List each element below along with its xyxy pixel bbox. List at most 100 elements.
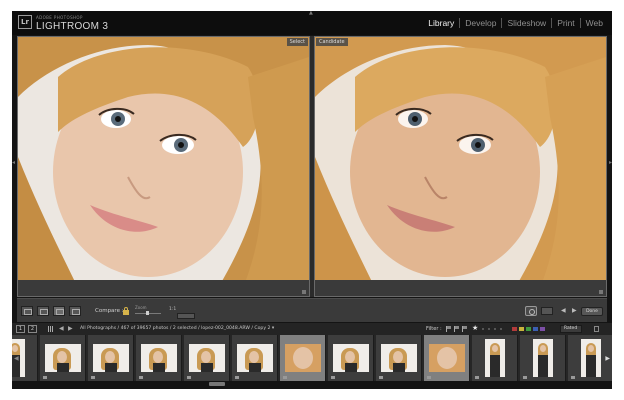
star-icon[interactable]: ★	[472, 325, 478, 332]
thumbnail-image	[581, 339, 601, 377]
filter-preset-select[interactable]: Rated	[560, 325, 582, 333]
main-window-button[interactable]: 1	[16, 325, 25, 333]
filmstrip-header: 1 2 ◀ ▶ All Photographs / 467 of 39657 p…	[12, 323, 612, 335]
select-tag: Select	[286, 38, 308, 46]
filmstrip-thumbnail[interactable]	[232, 335, 278, 381]
lock-icon[interactable]	[123, 307, 129, 315]
grid-view-button[interactable]	[21, 306, 33, 316]
thumbnail-badge	[475, 376, 479, 379]
compare-view-button[interactable]	[53, 306, 65, 316]
color-label-yellow[interactable]	[519, 327, 524, 331]
filmstrip-resize-handle[interactable]	[209, 382, 225, 386]
forward-arrow-icon[interactable]: ▶	[68, 325, 73, 332]
thumbnail-badge	[379, 376, 383, 379]
thumbnail-badge	[571, 376, 575, 379]
survey-view-button[interactable]	[69, 306, 81, 316]
candidate-photo	[315, 37, 606, 288]
swap-button[interactable]	[541, 307, 553, 315]
filmstrip-right-arrow-icon[interactable]: ▶	[605, 355, 610, 362]
color-label-purple[interactable]	[540, 327, 545, 331]
top-bar: ▲ Lr ADOBE PHOTOSHOP LIGHTROOM 3 Library…	[12, 11, 612, 35]
thumbnail-image	[485, 339, 505, 377]
rating-dot-icon[interactable]	[488, 328, 490, 330]
thumbnail-image	[141, 344, 177, 372]
candidate-panel-footer	[315, 288, 606, 296]
flag-unflagged-icon[interactable]	[454, 326, 459, 332]
module-develop[interactable]: Develop	[459, 18, 501, 28]
select-photo	[18, 37, 309, 288]
candidate-tag: Candidate	[316, 38, 348, 46]
rating-dot-icon[interactable]	[482, 328, 484, 330]
brand-title: LIGHTROOM 3	[36, 21, 109, 32]
module-print[interactable]: Print	[551, 18, 579, 28]
flag-rejected-icon[interactable]	[462, 326, 467, 332]
filmstrip-thumbnail[interactable]	[376, 335, 422, 381]
done-button[interactable]: Done	[581, 307, 603, 316]
select-rating-dot	[302, 290, 306, 294]
thumbnail-badge	[283, 376, 287, 379]
rating-dot-icon[interactable]	[500, 328, 502, 330]
filmstrip: ◀ ▶	[12, 335, 612, 381]
filmstrip-thumbnail[interactable]	[40, 335, 86, 381]
next-arrow-icon[interactable]: ▶	[572, 307, 577, 314]
left-panel-toggle-icon[interactable]: ◂	[12, 159, 15, 166]
thumbnail-image	[533, 339, 553, 377]
loupe-view-button[interactable]	[37, 306, 49, 316]
back-arrow-icon[interactable]: ◀	[59, 325, 64, 332]
compare-label: Compare :	[95, 308, 124, 314]
filmstrip-thumbnail[interactable]	[184, 335, 230, 381]
module-picker: Library Develop Slideshow Print Web	[423, 18, 608, 28]
filmstrip-thumbnail[interactable]	[424, 335, 470, 381]
filmstrip-thumbnail[interactable]	[88, 335, 134, 381]
zoom-value: 1:1	[169, 307, 177, 312]
flag-pick-icon[interactable]	[446, 326, 451, 332]
filmstrip-thumbnail[interactable]	[280, 335, 326, 381]
filmstrip-thumbnail[interactable]	[472, 335, 518, 381]
bottom-bar	[12, 381, 612, 389]
color-label-blue[interactable]	[533, 327, 538, 331]
compare-toolbar: Compare : Zoom 1:1 ◀ ▶ Done	[17, 298, 607, 322]
app-logo: Lr	[18, 15, 32, 29]
previous-arrow-icon[interactable]: ◀	[561, 307, 566, 314]
thumbnail-image	[429, 344, 465, 372]
thumbnail-badge	[187, 376, 191, 379]
rating-dot-icon[interactable]	[494, 328, 496, 330]
select-panel-footer	[18, 288, 309, 296]
sync-button[interactable]	[177, 313, 195, 319]
candidate-photo-panel[interactable]: Candidate	[314, 36, 607, 297]
module-slideshow[interactable]: Slideshow	[501, 18, 551, 28]
second-window-button[interactable]: 2	[28, 325, 37, 333]
thumbnail-badge	[523, 376, 527, 379]
thumbnail-image	[189, 344, 225, 372]
module-web[interactable]: Web	[579, 18, 608, 28]
filmstrip-thumbnail[interactable]	[520, 335, 566, 381]
candidate-rating-dot	[599, 290, 603, 294]
filmstrip-left-arrow-icon[interactable]: ◀	[14, 355, 19, 362]
thumbnail-badge	[91, 376, 95, 379]
thumbnail-image	[381, 344, 417, 372]
filmstrip-thumbnail[interactable]	[328, 335, 374, 381]
compare-view: Select Candidate	[17, 36, 607, 297]
filmstrip-thumbnail[interactable]	[136, 335, 182, 381]
thumbnail-badge	[235, 376, 239, 379]
module-library[interactable]: Library	[423, 18, 459, 28]
color-label-red[interactable]	[512, 327, 517, 331]
color-label-green[interactable]	[526, 327, 531, 331]
brand-subtitle: ADOBE PHOTOSHOP	[36, 15, 83, 20]
thumbnail-image	[333, 344, 369, 372]
lightroom-window: ▲ Lr ADOBE PHOTOSHOP LIGHTROOM 3 Library…	[12, 11, 612, 389]
thumbnail-image	[237, 344, 273, 372]
thumbnail-badge	[427, 376, 431, 379]
thumbnail-badge	[331, 376, 335, 379]
collapse-top-icon[interactable]: ▲	[309, 11, 313, 16]
thumbnail-image	[93, 344, 129, 372]
thumbnail-image	[285, 344, 321, 372]
source-breadcrumb[interactable]: All Photographs / 467 of 39657 photos / …	[80, 326, 274, 331]
grid-icon[interactable]	[48, 326, 54, 332]
thumbnail-badge	[43, 376, 47, 379]
filter-lock-icon[interactable]	[594, 326, 599, 332]
zoom-slider-thumb[interactable]	[146, 311, 149, 315]
right-panel-toggle-icon[interactable]: ▸	[609, 159, 612, 166]
select-photo-panel[interactable]: Select	[17, 36, 310, 297]
camera-icon[interactable]	[525, 306, 537, 316]
